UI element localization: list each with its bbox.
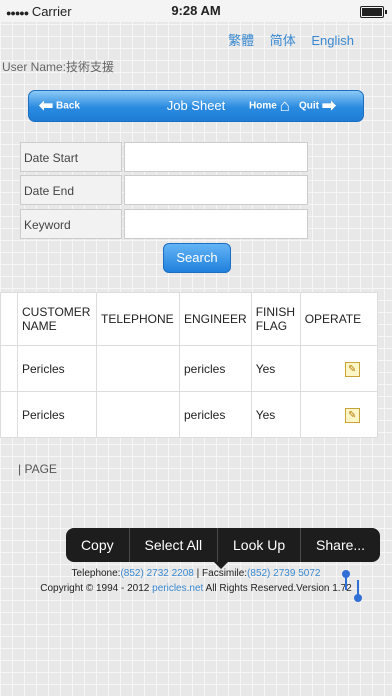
status-bar: ●●●●● Carrier 9:28 AM: [0, 0, 392, 22]
operate-cell: ✎: [299, 345, 379, 392]
edit-icon[interactable]: ✎: [344, 361, 360, 377]
header-customer-name: CUSTOMER NAME: [17, 292, 97, 346]
date-start-label: Date Start: [20, 142, 122, 172]
lang-english-link[interactable]: English: [311, 33, 354, 48]
table-header-row: CUSTOMER NAME TELEPHONE ENGINEER FINISH …: [0, 292, 379, 346]
copyright-line: Copyright © 1994 - 2012 pericles.net All…: [0, 581, 392, 596]
quit-arrow-icon: ➡: [321, 96, 337, 115]
engineer-cell: pericles: [179, 391, 252, 438]
keyword-row: Keyword: [20, 209, 308, 239]
quit-button[interactable]: Quit ➡: [299, 96, 336, 116]
contact-line: Telephone:(852) 2732 2208 | Facsimile:(8…: [0, 566, 392, 581]
date-end-label: Date End: [20, 175, 122, 205]
home-button[interactable]: Home ⌂: [249, 96, 290, 116]
table-row[interactable]: Pericles pericles Yes ✎: [0, 345, 379, 392]
page-label: PAGE: [24, 462, 57, 476]
header-operate: OPERATE: [299, 292, 379, 346]
operate-cell: ✎: [299, 391, 379, 438]
copyright-suffix: All Rights Reserved.Version 1.72: [203, 583, 352, 594]
header-cut-cell: [0, 292, 18, 346]
date-end-row: Date End: [20, 175, 308, 205]
footer-separator: |: [193, 568, 203, 579]
header-engineer: ENGINEER: [179, 292, 252, 346]
quit-label: Quit: [299, 100, 319, 112]
selection-end-handle[interactable]: [354, 594, 362, 602]
search-button[interactable]: Search: [163, 243, 231, 273]
customer-name-cell: Pericles: [17, 391, 97, 438]
nav-bar: ⬅ Back Job Sheet Home ⌂ Quit ➡: [28, 90, 364, 122]
row-cut-cell: [0, 345, 18, 392]
lang-traditional-link[interactable]: 繁體: [228, 33, 254, 48]
row-cut-cell: [0, 391, 18, 438]
pagination: | PAGE: [18, 462, 57, 476]
user-name: User Name:技術支援: [2, 60, 115, 74]
fax-link[interactable]: (852) 2739 5072: [247, 568, 320, 579]
telephone-link[interactable]: (852) 2732 2208: [120, 568, 193, 579]
copyright-prefix: Copyright © 1994 - 2012: [40, 583, 153, 594]
edit-icon[interactable]: ✎: [344, 407, 360, 423]
keyword-label: Keyword: [20, 209, 122, 239]
battery-icon: [360, 6, 387, 18]
home-label: Home: [249, 100, 277, 112]
date-start-row: Date Start: [20, 142, 308, 172]
date-start-input[interactable]: [124, 142, 308, 172]
results-table: CUSTOMER NAME TELEPHONE ENGINEER FINISH …: [0, 292, 379, 438]
header-finish-flag: FINISH FLAG: [250, 292, 301, 346]
finish-flag-cell: Yes: [250, 345, 301, 392]
keyword-input[interactable]: [124, 209, 308, 239]
telephone-label: Telephone:: [71, 568, 121, 579]
date-end-input[interactable]: [124, 175, 308, 205]
customer-name-cell: Pericles: [17, 345, 97, 392]
header-telephone: TELEPHONE: [96, 292, 180, 346]
lang-simplified-link[interactable]: 简体: [270, 33, 296, 48]
finish-flag-cell: Yes: [250, 391, 301, 438]
footer: Telephone:(852) 2732 2208 | Facsimile:(8…: [0, 566, 392, 596]
fax-label: Facsimile:: [202, 568, 248, 579]
engineer-cell: pericles: [179, 345, 252, 392]
language-switcher: 繁體 简体 English: [216, 30, 354, 49]
share-menu-item[interactable]: Share...: [301, 528, 380, 562]
text-context-menu: Copy Select All Look Up Share...: [66, 528, 380, 569]
telephone-cell: [96, 391, 180, 438]
site-link[interactable]: pericles.net: [152, 583, 203, 594]
look-up-menu-item[interactable]: Look Up: [218, 528, 302, 562]
telephone-cell: [96, 345, 180, 392]
clock: 9:28 AM: [171, 3, 221, 18]
select-all-menu-item[interactable]: Select All: [130, 528, 219, 562]
selection-start-bar: [345, 575, 347, 590]
table-row[interactable]: Pericles pericles Yes ✎: [0, 391, 379, 438]
selection-end-bar: [357, 580, 359, 595]
home-icon: ⌂: [279, 96, 290, 115]
copy-menu-item[interactable]: Copy: [66, 528, 130, 562]
